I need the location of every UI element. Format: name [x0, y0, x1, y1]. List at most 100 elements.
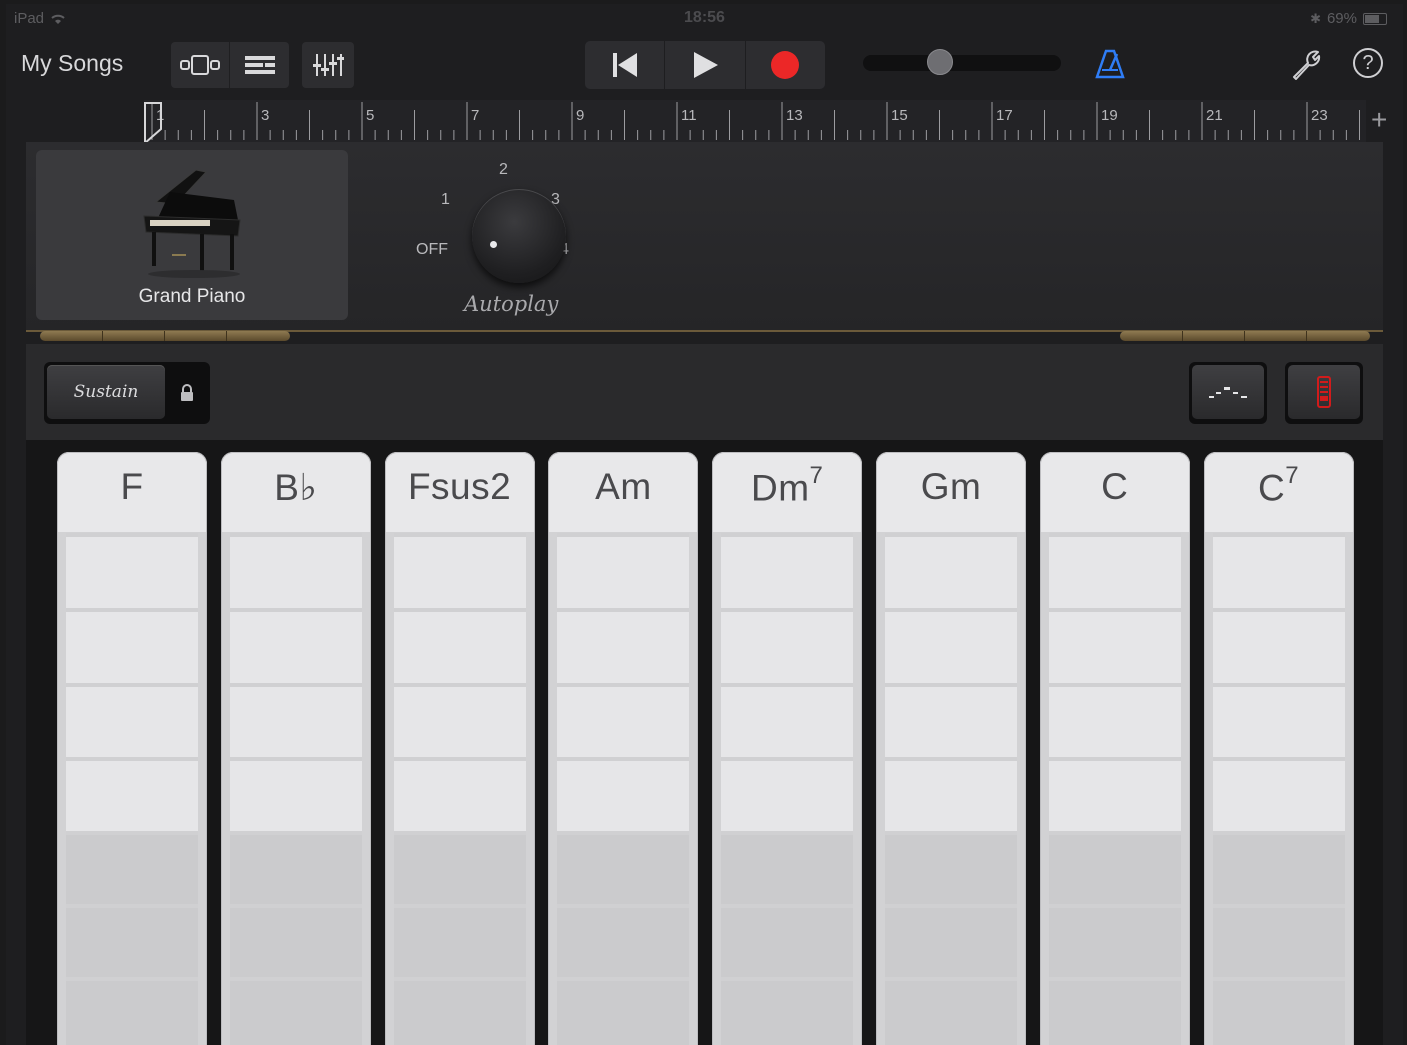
chord-strip-note-zone[interactable] [1048, 687, 1181, 757]
ruler-bar-number: 15 [891, 107, 908, 124]
chord-strip-note-zone[interactable] [557, 687, 690, 757]
chord-strip-bass-zone[interactable] [721, 835, 854, 904]
chord-strip-note-zone[interactable] [885, 612, 1017, 683]
chord-strip-bass-zone[interactable] [229, 981, 362, 1045]
chord-strip-bass-zone[interactable] [557, 908, 690, 977]
chord-strip-note-zone[interactable] [393, 612, 526, 683]
play-button[interactable] [664, 41, 744, 89]
chord-strip-note-zone[interactable] [393, 761, 526, 831]
chord-strip-bass-zone[interactable] [66, 981, 198, 1045]
playhead-icon[interactable] [143, 101, 163, 145]
chord-strip-note-zone[interactable] [885, 537, 1017, 608]
zone-divider [66, 608, 198, 612]
sustain-button[interactable]: Sustain [47, 365, 165, 419]
chord-strip-note-zone[interactable] [721, 761, 854, 831]
chord-strip-note-zone[interactable] [885, 687, 1017, 757]
metronome-icon[interactable] [1095, 48, 1125, 80]
add-section-button[interactable]: + [1371, 104, 1387, 136]
zone-divider [1048, 977, 1181, 981]
chord-strip-note-zone[interactable] [721, 687, 854, 757]
chord-strip-button[interactable] [1285, 362, 1363, 424]
zone-divider [1048, 533, 1181, 537]
chord-strip-note-zone[interactable] [557, 612, 690, 683]
chord-strip[interactable]: C7 [1203, 452, 1354, 1045]
chord-strip[interactable]: Gm [876, 452, 1026, 1045]
chord-strip-note-zone[interactable] [1212, 761, 1345, 831]
chord-strip-note-zone[interactable] [66, 537, 198, 608]
tracks-view-icon[interactable] [171, 42, 229, 88]
chord-notes-button[interactable] [1189, 362, 1267, 424]
chord-strip-bass-zone[interactable] [1048, 835, 1181, 904]
chord-strip-bass-zone[interactable] [66, 908, 198, 977]
zone-divider [1048, 683, 1181, 687]
help-button[interactable]: ? [1353, 48, 1383, 78]
master-volume-slider[interactable] [863, 49, 1061, 75]
chord-strip-bass-zone[interactable] [885, 908, 1017, 977]
rewind-icon [612, 53, 637, 77]
chord-strip-note-zone[interactable] [66, 761, 198, 831]
chord-strip-bass-zone[interactable] [393, 908, 526, 977]
chord-strip-bass-zone[interactable] [721, 981, 854, 1045]
chord-strip-bass-zone[interactable] [1212, 981, 1345, 1045]
chord-strip-note-zone[interactable] [1212, 612, 1345, 683]
chord-strip-bass-zone[interactable] [393, 981, 526, 1045]
zone-divider [1212, 533, 1345, 537]
chord-strip-note-zone[interactable] [721, 612, 854, 683]
lock-icon[interactable] [180, 384, 194, 402]
chord-strip-note-zone[interactable] [1048, 612, 1181, 683]
chord-strip[interactable]: Am [548, 452, 699, 1045]
chord-strip[interactable]: Fsus2 [384, 452, 535, 1045]
chord-strip-note-zone[interactable] [885, 761, 1017, 831]
record-button[interactable] [744, 41, 825, 89]
chord-strip-note-zone[interactable] [66, 687, 198, 757]
chord-strip-bass-zone[interactable] [229, 908, 362, 977]
chord-strip-note-zone[interactable] [557, 761, 690, 831]
ruler-bar-number: 17 [996, 107, 1013, 124]
chord-strip-bass-zone[interactable] [885, 981, 1017, 1045]
chord-strip-note-zone[interactable] [1048, 537, 1181, 608]
chord-strip-note-zone[interactable] [1212, 687, 1345, 757]
zone-divider [1212, 757, 1345, 761]
tracks-list-icon[interactable] [229, 42, 289, 88]
chord-strip[interactable]: B♭ [220, 452, 371, 1045]
my-songs-button[interactable]: My Songs [21, 50, 123, 77]
chord-strip-note-zone[interactable] [229, 612, 362, 683]
wrench-icon[interactable] [1291, 48, 1323, 80]
chord-strip-note-zone[interactable] [393, 537, 526, 608]
chord-strip-bass-zone[interactable] [721, 908, 854, 977]
chord-strip-bass-zone[interactable] [393, 835, 526, 904]
ruler-bar-number: 9 [576, 107, 584, 124]
timeline-ruler[interactable]: 1 3 5 7 9 11 13 15 17 19 21 23 [144, 100, 1366, 142]
mixer-button[interactable] [302, 42, 354, 88]
chord-strip[interactable]: Dm7 [712, 452, 863, 1045]
chord-strip-bass-zone[interactable] [885, 835, 1017, 904]
chord-strip-bass-zone[interactable] [229, 835, 362, 904]
chord-root: Gm [920, 466, 982, 507]
chord-strip-bass-zone[interactable] [1212, 835, 1345, 904]
chord-strip-note-zone[interactable] [229, 761, 362, 831]
chord-strip-bass-zone[interactable] [1048, 908, 1181, 977]
instrument-panel: Grand Piano 2 1 3 OFF 4 Autoplay [26, 142, 1383, 332]
instrument-selector[interactable]: Grand Piano [36, 150, 348, 320]
rewind-button[interactable] [585, 41, 664, 89]
chord-strip[interactable]: F [57, 452, 207, 1045]
chord-strip-bass-zone[interactable] [66, 835, 198, 904]
chord-strip-note-zone[interactable] [393, 687, 526, 757]
zone-divider [229, 608, 362, 612]
chord-strip-bass-zone[interactable] [1212, 908, 1345, 977]
chord-strip-note-zone[interactable] [557, 537, 690, 608]
chord-root: C [1101, 466, 1129, 507]
chord-strip-note-zone[interactable] [66, 612, 198, 683]
volume-slider-knob[interactable] [927, 49, 954, 75]
chord-strip-bass-zone[interactable] [557, 981, 690, 1045]
chord-strip-bass-zone[interactable] [557, 835, 690, 904]
chord-strip[interactable]: C [1039, 452, 1190, 1045]
chord-strip-note-zone[interactable] [721, 537, 854, 608]
chord-strip-note-zone[interactable] [229, 687, 362, 757]
zone-divider [721, 831, 854, 835]
autoplay-knob[interactable] [472, 189, 566, 283]
chord-strip-note-zone[interactable] [1048, 761, 1181, 831]
chord-strip-note-zone[interactable] [1212, 537, 1345, 608]
chord-strip-bass-zone[interactable] [1048, 981, 1181, 1045]
chord-strip-note-zone[interactable] [229, 537, 362, 608]
